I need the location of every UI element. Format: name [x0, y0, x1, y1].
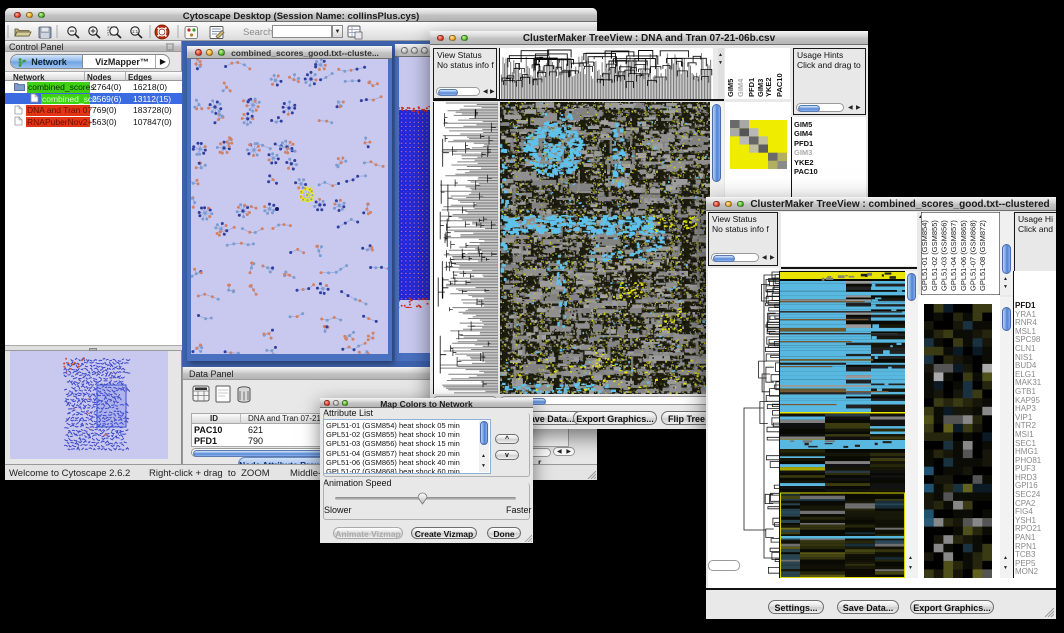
- svg-text:GPL51-03 (GSM856): GPL51-03 (GSM856): [940, 220, 949, 291]
- svg-text:GIM5: GIM5: [726, 79, 735, 97]
- svg-text:1:1: 1:1: [132, 29, 139, 34]
- svg-text:GIM4: GIM4: [736, 78, 745, 97]
- svg-text:GPL51-07 (GSM868): GPL51-07 (GSM868): [969, 220, 978, 291]
- svg-text:PFD1: PFD1: [747, 78, 756, 97]
- svg-text:GPL51-04 (GSM857): GPL51-04 (GSM857): [949, 220, 958, 291]
- svg-text:GPL51-01 (GSM854): GPL51-01 (GSM854): [921, 220, 929, 291]
- svg-text:GPL51-02 (GSM855): GPL51-02 (GSM855): [930, 220, 939, 291]
- svg-text:YKE2: YKE2: [764, 77, 773, 97]
- svg-text:GPL51-06 (GSM865): GPL51-06 (GSM865): [959, 220, 968, 291]
- svg-text:GPL51-08 (GSM872): GPL51-08 (GSM872): [978, 220, 987, 291]
- svg-text:PAC10: PAC10: [775, 73, 784, 97]
